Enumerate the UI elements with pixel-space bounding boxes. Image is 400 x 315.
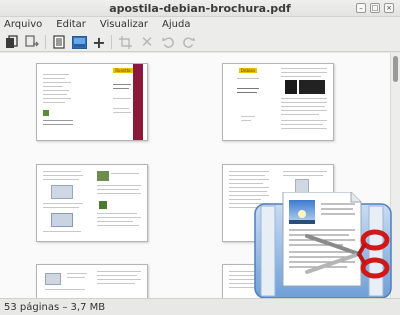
page-thumbnail[interactable]: Rosetta	[36, 63, 148, 141]
export-icon[interactable]	[24, 34, 40, 50]
page-thumbnail[interactable]	[36, 164, 148, 242]
menu-editar[interactable]: Editar	[56, 19, 86, 30]
rotate-left-icon[interactable]	[160, 34, 176, 50]
list-view-icon[interactable]	[51, 34, 67, 50]
menu-arquivo[interactable]: Arquivo	[4, 19, 42, 30]
menu-visualizar[interactable]: Visualizar	[100, 19, 148, 30]
status-bar: 53 páginas – 3,7 MB	[0, 298, 400, 315]
window-title: apostila-debian-brochura.pdf	[109, 2, 291, 15]
status-text: 53 páginas – 3,7 MB	[4, 302, 106, 313]
toolbar-separator	[45, 35, 46, 49]
scrollbar-thumb[interactable]	[393, 56, 398, 82]
copy-icon[interactable]	[4, 34, 20, 50]
pdf-shuffler-logo-icon	[254, 192, 392, 298]
delete-icon[interactable]: ✕	[139, 33, 155, 51]
crop-icon[interactable]	[117, 34, 133, 50]
add-icon[interactable]: +	[91, 33, 107, 52]
rotate-right-icon[interactable]	[180, 34, 196, 50]
menu-ajuda[interactable]: Ajuda	[162, 19, 190, 30]
close-button[interactable]: ×	[384, 3, 394, 13]
image-view-icon[interactable]	[71, 34, 87, 50]
page-thumbnail[interactable]: Debian	[222, 63, 334, 141]
page-thumbnail[interactable]	[36, 264, 148, 298]
accent-bar	[133, 64, 143, 140]
toolbar-separator	[111, 35, 112, 49]
menu-bar: Arquivo Editar Visualizar Ajuda	[0, 17, 400, 32]
title-bar: apostila-debian-brochura.pdf – □ ×	[0, 0, 400, 17]
thumbnail-logo: Debian	[239, 68, 257, 73]
window-controls: – □ ×	[356, 3, 394, 13]
maximize-button[interactable]: □	[370, 3, 380, 13]
minimize-button[interactable]: –	[356, 3, 366, 13]
thumbnail-logo: Rosetta	[113, 68, 133, 73]
toolbar: + ✕	[0, 32, 400, 52]
